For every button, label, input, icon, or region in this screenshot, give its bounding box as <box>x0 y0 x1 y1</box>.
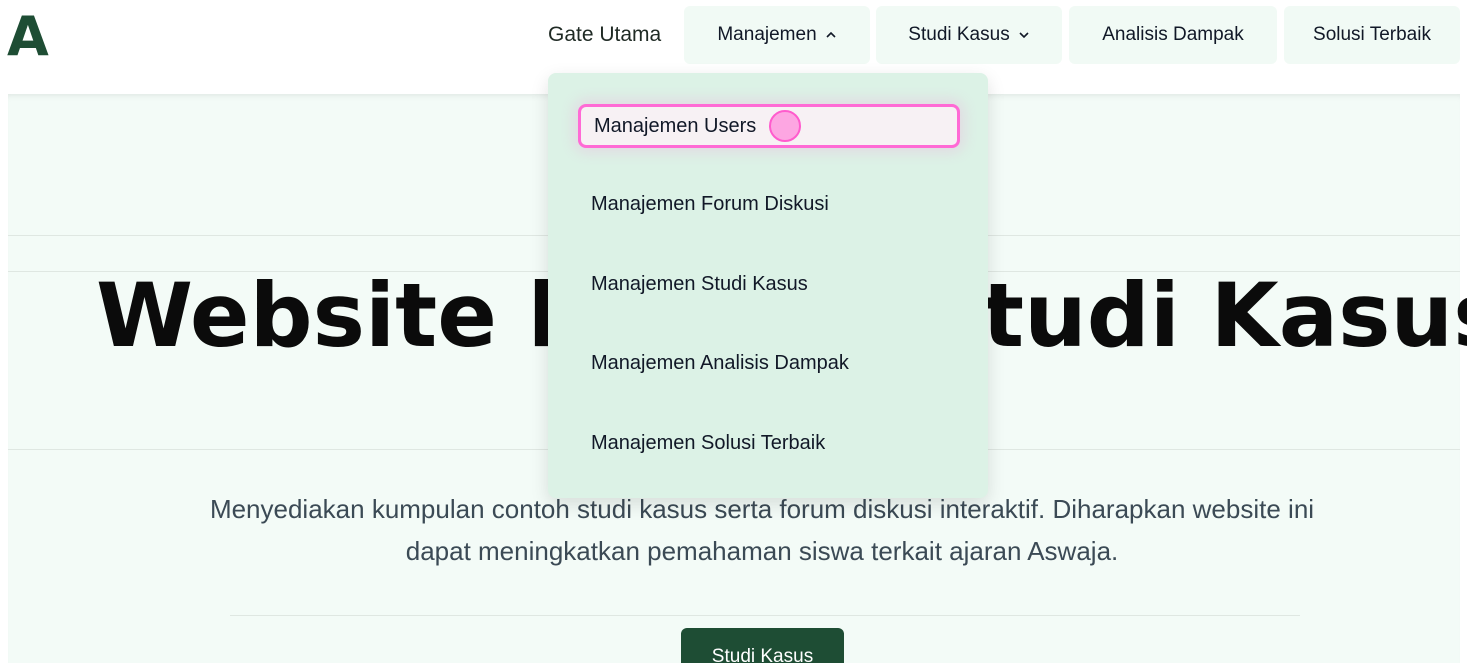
hero-description: Menyediakan kumpulan contoh studi kasus … <box>209 494 1315 566</box>
nav-solusi-terbaik[interactable]: Solusi Terbaik <box>1284 6 1460 64</box>
click-indicator <box>769 110 801 142</box>
nav-analisis-dampak[interactable]: Analisis Dampak <box>1069 6 1277 64</box>
nav-studi-kasus-label: Studi Kasus <box>908 24 1010 45</box>
divider <box>230 615 1300 616</box>
brand-logo[interactable]: A <box>7 10 49 64</box>
dropdown-item-manajemen-solusi-terbaik[interactable]: Manajemen Solusi Terbaik <box>548 421 988 465</box>
nav-manajemen-label: Manajemen <box>717 24 817 45</box>
studi-kasus-cta-button[interactable]: Studi Kasus <box>681 628 844 663</box>
manajemen-dropdown-menu: Manajemen Users Manajemen Forum Diskusi … <box>548 73 988 498</box>
chevron-up-icon <box>825 29 837 41</box>
page: Website ku tudi Kasus Menyediakan kumpul… <box>0 0 1467 663</box>
dropdown-item-manajemen-forum-diskusi[interactable]: Manajemen Forum Diskusi <box>548 182 988 226</box>
nav-manajemen[interactable]: Manajemen <box>684 6 870 64</box>
nav-gate-utama[interactable]: Gate Utama <box>548 20 661 50</box>
dropdown-item-manajemen-studi-kasus[interactable]: Manajemen Studi Kasus <box>548 262 988 306</box>
nav-studi-kasus[interactable]: Studi Kasus <box>876 6 1062 64</box>
chevron-down-icon <box>1018 29 1030 41</box>
hero-title-right: tudi Kasus <box>982 264 1467 367</box>
dropdown-item-manajemen-analisis-dampak[interactable]: Manajemen Analisis Dampak <box>548 341 988 385</box>
